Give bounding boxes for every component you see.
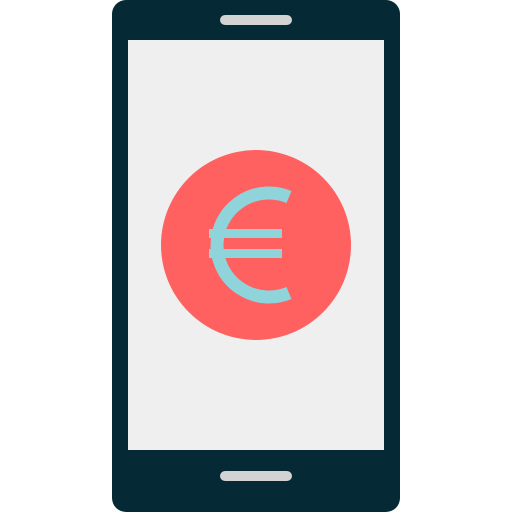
phone-home-button xyxy=(220,471,292,481)
icon-canvas xyxy=(0,0,512,512)
phone-speaker xyxy=(220,15,292,25)
euro-sign-icon xyxy=(209,186,292,304)
euro-coin-icon xyxy=(161,150,351,340)
